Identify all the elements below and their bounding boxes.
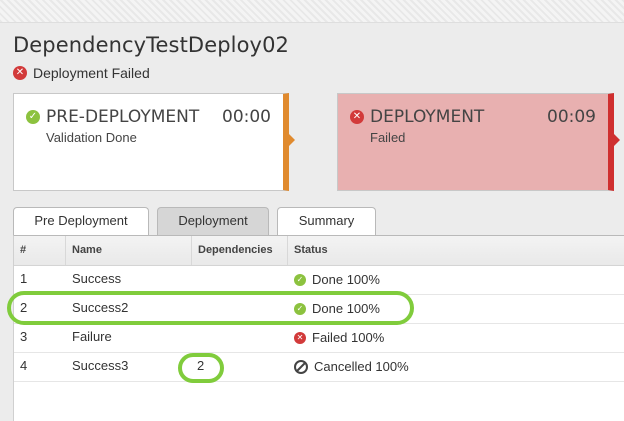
row-status-text: Failed 100% — [312, 329, 385, 345]
row-name: Success2 — [72, 300, 129, 315]
stage-detail: Validation Done — [46, 130, 137, 145]
row-dependencies — [192, 265, 198, 294]
error-icon: ✕ — [350, 110, 364, 124]
row-number: 3 — [20, 329, 28, 344]
top-bar — [0, 0, 624, 23]
error-icon: ✕ — [13, 66, 27, 80]
stage-card-pre-deployment[interactable]: ✓ PRE-DEPLOYMENT 00:00 Validation Done — [13, 93, 295, 191]
deployment-status: ✕ Deployment Failed — [13, 65, 150, 81]
row-status: ✓ Done 100% — [288, 265, 380, 294]
cancel-icon — [294, 359, 308, 374]
row-status-text: Cancelled 100% — [314, 358, 409, 374]
check-icon: ✓ — [26, 110, 40, 124]
row-name: Failure — [72, 329, 112, 344]
page-title: DependencyTestDeploy02 — [13, 33, 289, 57]
tab-pre-deployment[interactable]: Pre Deployment — [13, 207, 149, 235]
table-row[interactable]: 4 Success3 2 Cancelled 100% — [14, 352, 624, 382]
table-row[interactable]: 1 Success ✓ Done 100% — [14, 265, 624, 295]
stage-card-deployment[interactable]: ✕ DEPLOYMENT 00:09 Failed — [337, 93, 620, 191]
column-header-number[interactable]: # — [14, 236, 66, 265]
deployment-table: # Name Dependencies Status 1 Success ✓ D… — [13, 235, 624, 421]
row-name: Success3 — [72, 358, 129, 373]
row-name: Success — [72, 271, 122, 286]
stage-detail: Failed — [370, 130, 406, 145]
row-status-text: Done 100% — [312, 300, 380, 316]
error-icon: ✕ — [294, 331, 306, 344]
table-row[interactable]: 3 Failure ✕ Failed 100% — [14, 323, 624, 353]
check-icon: ✓ — [294, 302, 306, 315]
row-status: ✓ Done 100% — [288, 294, 380, 323]
stage-time: 00:09 — [547, 107, 596, 127]
table-row[interactable]: 2 Success2 ✓ Done 100% — [14, 294, 624, 324]
table-header: # Name Dependencies Status — [14, 236, 624, 266]
check-icon: ✓ — [294, 273, 306, 286]
column-header-status[interactable]: Status — [288, 236, 624, 265]
row-status-text: Done 100% — [312, 271, 380, 287]
row-dependencies[interactable]: 2 — [192, 352, 204, 381]
row-status: ✕ Failed 100% — [288, 323, 384, 352]
stage-arrow-icon — [289, 134, 295, 146]
stage-time: 00:00 — [222, 107, 271, 127]
row-status: Cancelled 100% — [288, 352, 409, 381]
row-number: 4 — [20, 358, 28, 373]
tab-deployment[interactable]: Deployment — [157, 207, 269, 235]
row-number: 2 — [20, 300, 28, 315]
column-header-dependencies[interactable]: Dependencies — [192, 236, 288, 265]
row-dependencies — [192, 323, 198, 352]
row-number: 1 — [20, 271, 28, 286]
row-dependencies — [192, 294, 198, 323]
stage-name: DEPLOYMENT — [370, 107, 485, 127]
stage-name: PRE-DEPLOYMENT — [46, 107, 200, 127]
deployment-status-text: Deployment Failed — [33, 65, 150, 81]
stage-arrow-icon — [614, 134, 620, 146]
tab-summary[interactable]: Summary — [277, 207, 376, 235]
column-header-name[interactable]: Name — [66, 236, 192, 265]
